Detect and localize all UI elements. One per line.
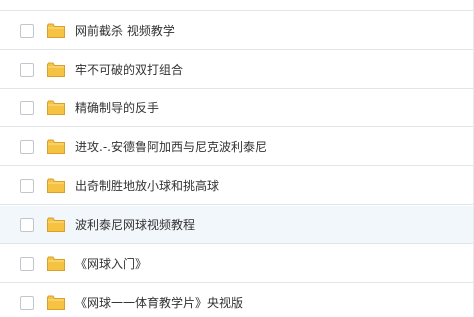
select-checkbox[interactable] [20, 63, 34, 77]
select-checkbox[interactable] [20, 179, 34, 193]
folder-icon [47, 100, 65, 115]
select-checkbox[interactable] [20, 24, 34, 38]
select-checkbox[interactable] [20, 257, 34, 271]
select-checkbox[interactable] [20, 296, 34, 310]
list-item[interactable]: 《网球入门》 [0, 245, 474, 283]
list-item[interactable]: 网前截杀 视频教学 [0, 12, 474, 50]
folder-name[interactable]: 精确制导的反手 [75, 101, 159, 115]
folder-icon [47, 178, 65, 193]
list-item[interactable]: 出奇制胜地放小球和挑高球 [0, 167, 474, 205]
file-list: 网前截杀 视频教学 牢不可破的双打组合 精确制导的反手 进攻.-.安德鲁阿加西与… [0, 0, 474, 317]
folder-name[interactable]: 网前截杀 视频教学 [75, 24, 175, 38]
folder-name[interactable]: 出奇制胜地放小球和挑高球 [75, 179, 219, 193]
list-item[interactable]: 进攻.-.安德鲁阿加西与尼克波利泰尼 [0, 128, 474, 166]
list-item[interactable]: 《网球一一体育教学片》央视版 [0, 284, 474, 317]
folder-name[interactable]: 《网球一一体育教学片》央视版 [75, 296, 243, 310]
list-top-divider [0, 10, 474, 11]
folder-name[interactable]: 《网球入门》 [75, 257, 147, 271]
folder-icon [47, 217, 65, 232]
folder-icon [47, 23, 65, 38]
folder-icon [47, 295, 65, 310]
select-checkbox[interactable] [20, 218, 34, 232]
folder-name[interactable]: 进攻.-.安德鲁阿加西与尼克波利泰尼 [75, 140, 267, 154]
list-item[interactable]: 波利泰尼网球视频教程 [0, 206, 474, 244]
folder-icon [47, 139, 65, 154]
list-item[interactable]: 精确制导的反手 [0, 89, 474, 127]
select-checkbox[interactable] [20, 140, 34, 154]
list-item[interactable]: 牢不可破的双打组合 [0, 51, 474, 89]
folder-icon [47, 62, 65, 77]
folder-icon [47, 256, 65, 271]
folder-name[interactable]: 牢不可破的双打组合 [75, 63, 183, 77]
select-checkbox[interactable] [20, 101, 34, 115]
folder-name[interactable]: 波利泰尼网球视频教程 [75, 218, 195, 232]
